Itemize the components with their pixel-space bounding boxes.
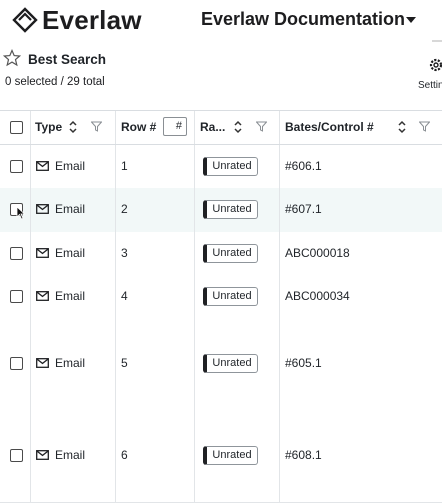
gear-icon[interactable] [428,57,442,73]
row-checkbox[interactable] [10,159,23,173]
filter-icon[interactable] [256,121,267,132]
row-number: 5 [121,356,128,370]
rating-badge[interactable]: Unrated [203,243,258,263]
bates-number[interactable]: ABC000034 [285,289,350,303]
row-checkbox[interactable] [10,246,23,260]
mouse-cursor-icon [16,206,26,220]
column-label-row: Row # [121,120,157,134]
logo-text: Everlaw [42,5,142,35]
column-label-type: Type [35,120,63,134]
select-all-checkbox[interactable] [10,121,23,134]
bates-number[interactable]: #605.1 [285,356,322,370]
table-row[interactable]: Email 1 Unrated #606.1 [0,145,442,189]
table-row[interactable]: Email 3 Unrated ABC000018 [0,232,442,276]
everlaw-logo[interactable]: Everlaw [12,7,142,33]
table-row[interactable]: Email 5 Unrated #605.1 [0,318,442,411]
row-checkbox[interactable] [10,449,23,462]
row-number: 4 [121,288,128,303]
row-checkbox[interactable] [10,289,23,303]
rating-badge[interactable]: Unrated [203,446,258,465]
column-label-bates: Bates/Control # [285,120,374,134]
rating-badge[interactable]: Unrated [203,286,258,306]
bates-number[interactable]: #607.1 [285,202,322,216]
selection-count: 0 selected / 29 total [5,76,105,88]
table-row[interactable]: Email 6 Unrated #608.1 [0,410,442,503]
rating-badge[interactable]: Unrated [203,156,258,176]
bates-number[interactable]: ABC000018 [285,246,350,260]
doc-type: Email [55,356,86,370]
row-number: 2 [121,202,128,216]
project-title[interactable]: Everlaw Documentation [201,9,405,30]
doc-type: Email [55,158,86,173]
results-grid: Type Row # # Ra... Bates/Control # Email… [0,110,442,503]
star-icon[interactable] [3,49,21,67]
email-icon [36,358,49,368]
doc-type: Email [55,245,86,260]
header-select-cell [0,111,31,144]
filter-icon[interactable] [91,121,102,132]
bates-number[interactable]: #608.1 [285,448,322,462]
table-row[interactable]: Email 2 Unrated #607.1 [0,188,442,233]
email-icon [36,204,49,214]
grid-header: Type Row # # Ra... Bates/Control # [0,111,442,145]
rating-badge[interactable]: Unrated [203,354,258,373]
row-filter-input[interactable]: # [163,117,187,136]
filter-icon[interactable] [419,121,430,132]
sort-icon[interactable] [233,120,243,134]
everlaw-diamond-icon [12,7,38,33]
bates-number[interactable]: #606.1 [285,159,322,173]
column-label-rating: Ra... [200,120,226,134]
sort-icon[interactable] [397,120,407,134]
search-title[interactable]: Best Search [28,52,106,67]
row-number: 6 [121,448,128,462]
email-icon [36,247,49,258]
doc-type: Email [55,448,86,462]
row-checkbox[interactable] [10,357,23,370]
caret-down-icon[interactable] [404,13,418,27]
email-icon [36,290,49,301]
email-icon [36,160,49,171]
row-number: 1 [121,158,128,173]
sort-icon[interactable] [68,120,78,134]
settings-button[interactable]: Settin [418,80,442,91]
email-icon [36,450,49,460]
rating-badge[interactable]: Unrated [203,200,258,219]
top-bar: Everlaw Everlaw Documentation [0,0,442,42]
table-row[interactable]: Email 4 Unrated ABC000034 [0,275,442,319]
doc-type: Email [55,202,86,216]
row-number: 3 [121,245,128,260]
doc-type: Email [55,288,86,303]
search-header [0,42,442,102]
